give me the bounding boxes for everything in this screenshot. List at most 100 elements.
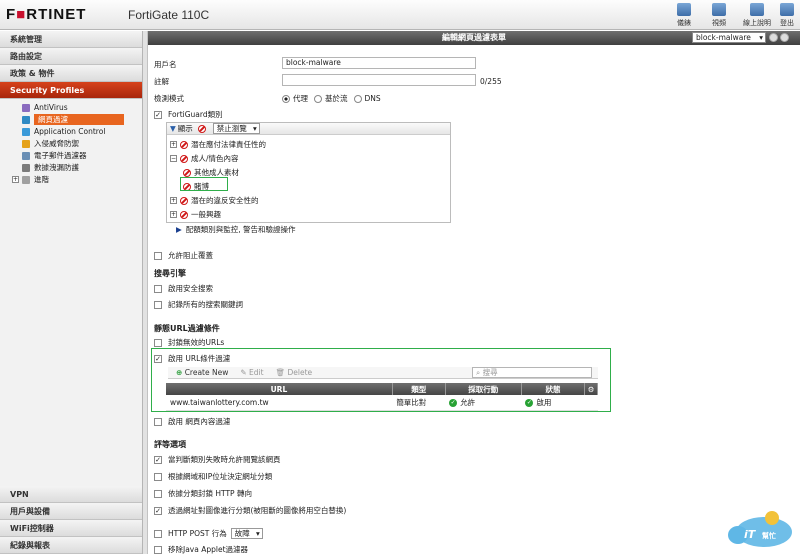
tree-row-security-risk[interactable]: +潛在的違反安全性的 — [170, 195, 259, 206]
edit-button[interactable]: ✎ Edit — [240, 368, 263, 377]
column-settings-icon[interactable]: ⚙ — [585, 383, 598, 395]
type-column-header[interactable]: 類型 — [392, 383, 445, 395]
sidebar-section-users[interactable]: 用戶與設備 — [0, 503, 142, 520]
expand-icon[interactable]: + — [170, 141, 177, 148]
action-select[interactable]: 禁止瀏覽 — [213, 123, 260, 134]
sidebar-section-system[interactable]: 系統管理 — [0, 31, 142, 48]
show-label[interactable]: 顯示 — [178, 123, 193, 134]
help-button[interactable]: 線上說明 — [736, 3, 778, 28]
enable-url-filter-label: 啟用 URL條件過濾 — [168, 353, 230, 364]
block-icon — [198, 125, 206, 133]
video-button[interactable]: 視頻 — [701, 3, 737, 28]
mode-flow-radio[interactable] — [314, 95, 322, 103]
comment-counter: 0/255 — [480, 77, 502, 86]
logout-button[interactable]: 登出 — [774, 3, 800, 28]
sidebar-section-vpn[interactable]: VPN — [0, 486, 142, 503]
plus-icon: ⊕ — [176, 368, 182, 377]
sidebar-section-log[interactable]: 紀錄與報表 — [0, 537, 142, 554]
url-search-input[interactable]: ⌕ 搜尋 — [472, 367, 592, 378]
dashboard-button[interactable]: 儀錶 — [666, 3, 702, 28]
edit-icon: ✎ — [240, 368, 246, 377]
comment-label: 註解 — [154, 76, 169, 87]
dlp-icon — [22, 164, 30, 172]
mode-dns-label: DNS — [365, 94, 381, 103]
sidebar-item-advanced[interactable]: +進階 — [0, 174, 142, 185]
comment-input[interactable] — [282, 74, 476, 86]
web-filter-icon — [22, 116, 30, 124]
tree-row-general-interest[interactable]: +一般興趣 — [170, 209, 221, 220]
url-column-header[interactable]: URL — [166, 383, 392, 395]
dashboard-label: 儀錶 — [677, 19, 691, 27]
mode-dns-radio[interactable] — [354, 95, 362, 103]
profile-select[interactable]: block-malware — [692, 32, 766, 43]
allow-override-label: 允許阻止覆蓋 — [168, 250, 213, 261]
sidebar: 系統管理 路由設定 政策 & 物件 Security Profiles Anti… — [0, 31, 143, 554]
page-title: 編輯網頁過濾表單 — [442, 33, 506, 42]
expand-icon[interactable]: + — [170, 197, 177, 204]
mode-radio-group: 代理 基於流 DNS — [276, 93, 381, 104]
sidebar-item-application-control[interactable]: Application Control — [0, 126, 142, 137]
static-url-heading: 靜態URL過濾條件 — [154, 323, 220, 334]
url-toolbar: ⊕ Create New ✎ Edit 🗑 Delete ⌕ 搜尋 — [168, 367, 598, 379]
panel-header: 編輯網頁過濾表單 block-malware — [148, 31, 800, 45]
fortiguard-checkbox[interactable]: ✓ — [154, 111, 162, 119]
trash-icon: 🗑 — [276, 368, 286, 377]
mode-proxy-label: 代理 — [293, 93, 308, 104]
sidebar-item-antivirus[interactable]: AntiVirus — [0, 102, 142, 113]
sidebar-section-router[interactable]: 路由設定 — [0, 48, 142, 65]
triangle-right-icon: ▶ — [176, 225, 182, 234]
action-column-header[interactable]: 採取行動 — [445, 383, 521, 395]
sidebar-item-email-filter[interactable]: 電子郵件過濾器 — [0, 150, 142, 161]
sidebar-item-dlp[interactable]: 數據洩漏防護 — [0, 162, 142, 173]
mode-proxy-radio[interactable] — [282, 95, 290, 103]
sidebar-section-security-profiles[interactable]: Security Profiles — [0, 82, 142, 99]
fortiguard-label: FortiGuard類別 — [168, 109, 223, 120]
create-new-label: Create New — [185, 368, 229, 377]
mode-flow-label: 基於流 — [325, 93, 348, 104]
tree-row-adult[interactable]: −成人/情色內容 — [170, 153, 239, 164]
expand-icon[interactable]: + — [12, 176, 19, 183]
logout-icon — [780, 3, 794, 16]
video-icon — [712, 3, 726, 16]
category-tree: ▼ 顯示 禁止瀏覽 +潛在應付法律責任性的 −成人/情色內容 其他成人素材 賭博… — [166, 122, 451, 223]
sidebar-section-wifi[interactable]: WiFi控制器 — [0, 520, 142, 537]
delete-button[interactable]: 🗑 Delete — [276, 368, 313, 377]
enable-url-filter-row: ✓ 啟用 URL條件過濾 — [154, 353, 230, 364]
block-icon — [180, 211, 188, 219]
log-keywords-checkbox[interactable] — [154, 301, 162, 309]
quota-link-row[interactable]: ▶ 配額類別與監控, 警告和驗證操作 — [176, 224, 296, 235]
search-icon: ⌕ — [476, 368, 480, 377]
block-icon — [180, 197, 188, 205]
clone-profile-icon[interactable] — [780, 33, 789, 42]
enable-url-filter-checkbox[interactable]: ✓ — [154, 355, 162, 363]
sidebar-item-web-filter[interactable]: 網頁過濾 — [0, 114, 142, 125]
watermark-logo: iT 幫忙 — [724, 508, 794, 550]
quota-link[interactable]: 配額類別與監控, 警告和驗證操作 — [186, 224, 296, 235]
tree-row-liability[interactable]: + 潛在應付法律責任性的 — [170, 139, 266, 150]
sidebar-bottom: VPN 用戶與設備 WiFi控制器 紀錄與報表 — [0, 486, 142, 554]
status-column-header[interactable]: 狀態 — [521, 383, 584, 395]
table-row[interactable]: www.taiwanlottery.com.tw 簡單比對 ✓允許 ✓啟用 — [166, 395, 598, 410]
allow-override-checkbox[interactable] — [154, 252, 162, 260]
create-new-button[interactable]: ⊕ Create New — [176, 368, 228, 377]
security-profiles-tree: AntiVirus 網頁過濾 Application Control 入侵威脅防… — [0, 99, 142, 185]
sidebar-section-policy[interactable]: 政策 & 物件 — [0, 65, 142, 82]
url-table-header: URL 類型 採取行動 狀態 ⚙ — [166, 383, 598, 395]
status-cell: ✓啟用 — [521, 395, 584, 410]
svg-text:幫忙: 幫忙 — [762, 531, 776, 540]
ips-shield-icon — [22, 140, 30, 148]
top-bar: F■RTINET FortiGate 110C 儀錶 視頻 線上說明 登出 — [0, 0, 800, 30]
block-invalid-urls-checkbox[interactable] — [154, 339, 162, 347]
dashboard-icon — [677, 3, 691, 16]
expand-icon[interactable]: + — [170, 211, 177, 218]
category-tree-toolbar: ▼ 顯示 禁止瀏覽 — [167, 123, 450, 135]
type-cell: 簡單比對 — [392, 395, 445, 410]
add-profile-icon[interactable] — [769, 33, 778, 42]
safe-search-checkbox[interactable] — [154, 285, 162, 293]
tree-row-label: 潛在應付法律責任性的 — [191, 139, 266, 150]
sidebar-item-ips[interactable]: 入侵威脅防禦 — [0, 138, 142, 149]
url-table: URL 類型 採取行動 狀態 ⚙ www.taiwanlottery.com.t… — [166, 383, 598, 411]
collapse-icon[interactable]: − — [170, 155, 177, 162]
block-icon — [180, 155, 188, 163]
name-input[interactable]: block-malware — [282, 57, 476, 69]
